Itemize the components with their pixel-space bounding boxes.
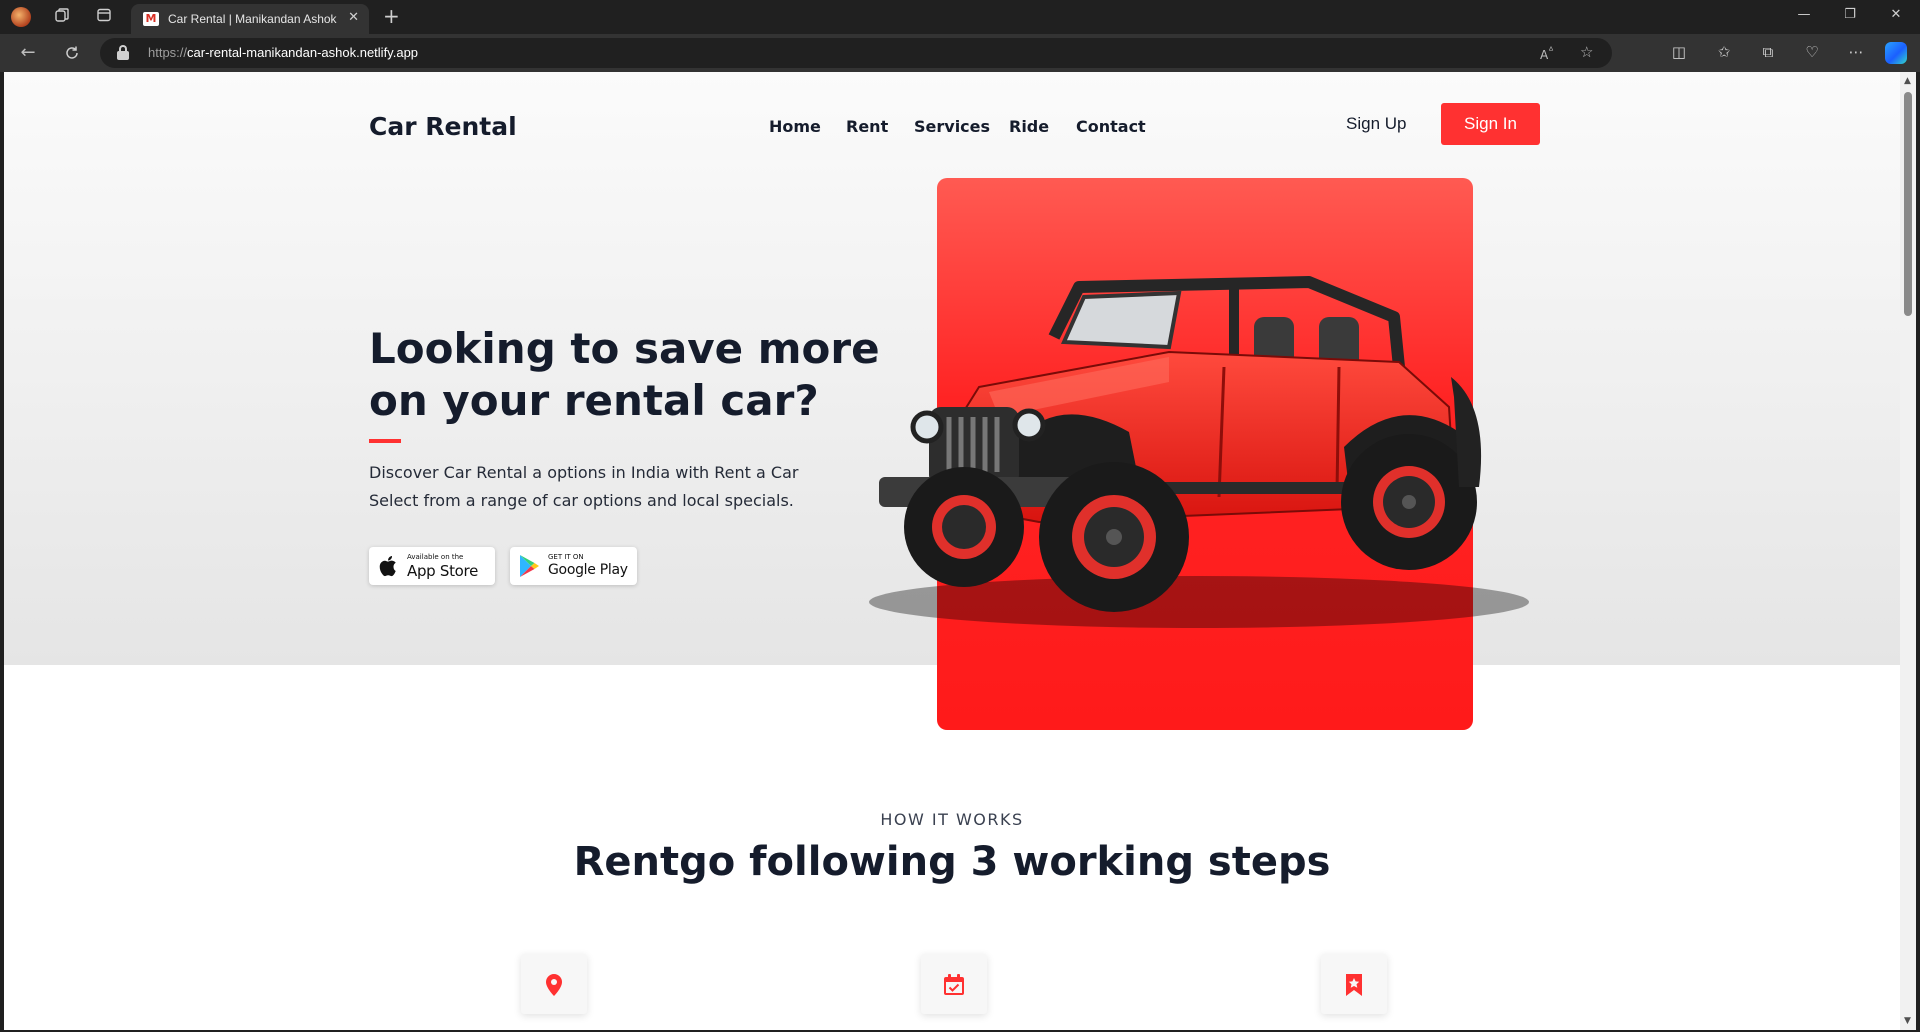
page-viewport: Car Rental Home Rent Services Ride Conta… xyxy=(4,72,1900,1030)
section-title: Rentgo following 3 working steps xyxy=(573,839,1331,885)
sign-in-button[interactable]: Sign In xyxy=(1441,103,1540,145)
back-icon[interactable]: ← xyxy=(16,41,40,65)
step-calendar-box xyxy=(921,954,987,1014)
jeep-car-image xyxy=(869,276,1529,628)
browser-tab-bar: M Car Rental | Manikandan Ashok ✕ + — ❐ … xyxy=(0,0,1920,34)
copilot-icon[interactable] xyxy=(1885,42,1907,64)
tab-title: Car Rental | Manikandan Ashok xyxy=(168,12,337,26)
profile-icon[interactable] xyxy=(11,7,31,27)
bookmark-star-icon xyxy=(1346,974,1362,996)
section-label: HOW IT WORKS xyxy=(880,810,1024,829)
close-tab-icon[interactable]: ✕ xyxy=(348,10,359,25)
lock-icon[interactable] xyxy=(117,45,129,60)
close-window-icon[interactable]: ✕ xyxy=(1886,7,1906,22)
brand-logo[interactable]: Car Rental xyxy=(369,112,517,141)
app-store-small-text: Available on the xyxy=(407,553,464,561)
refresh-icon[interactable] xyxy=(60,41,84,65)
collections-icon[interactable]: ⧉ xyxy=(1757,43,1779,61)
google-play-small-text: GET IT ON xyxy=(548,553,584,561)
scroll-down-icon[interactable]: ▼ xyxy=(1904,1016,1911,1026)
scroll-up-icon[interactable]: ▲ xyxy=(1904,76,1911,86)
address-bar[interactable]: https://car-rental-manikandan-ashok.netl… xyxy=(100,38,1612,68)
google-play-icon xyxy=(520,555,539,577)
calendar-check-icon xyxy=(944,974,964,995)
nav-services-link[interactable]: Services xyxy=(914,117,990,136)
browser-toolbar: ← https://car-rental-manikandan-ashok.ne… xyxy=(0,34,1920,72)
scrollbar-thumb[interactable] xyxy=(1904,92,1912,316)
new-tab-icon[interactable]: + xyxy=(383,4,400,28)
nav-ride-link[interactable]: Ride xyxy=(1009,117,1049,136)
hero-title: Looking to save more on your rental car? xyxy=(369,324,880,425)
nav-home-link[interactable]: Home xyxy=(769,117,821,136)
page-scrollbar[interactable]: ▲ ▼ xyxy=(1900,72,1916,1030)
gmail-favicon-icon: M xyxy=(143,12,159,26)
restore-icon[interactable]: ❐ xyxy=(1840,7,1860,22)
nav-contact-link[interactable]: Contact xyxy=(1076,117,1146,136)
more-icon[interactable]: ⋯ xyxy=(1845,43,1867,61)
step-bookmark-box xyxy=(1321,954,1387,1014)
title-underline xyxy=(369,439,401,443)
favorites-icon[interactable]: ✩ xyxy=(1713,43,1735,61)
favorite-star-icon[interactable]: ☆ xyxy=(1580,43,1593,61)
read-aloud-icon[interactable]: Aᐞ xyxy=(1540,46,1554,62)
google-play-button[interactable]: GET IT ON Google Play xyxy=(510,547,637,585)
tab-actions-icon[interactable] xyxy=(94,7,114,27)
workspaces-icon[interactable] xyxy=(52,7,72,27)
browser-essentials-icon[interactable]: ♡ xyxy=(1801,43,1823,61)
step-location-box xyxy=(521,954,587,1014)
minimize-icon[interactable]: — xyxy=(1794,7,1814,22)
sign-up-button[interactable]: Sign Up xyxy=(1346,114,1406,134)
active-tab[interactable]: M Car Rental | Manikandan Ashok ✕ xyxy=(131,4,369,34)
url-text[interactable]: https://car-rental-manikandan-ashok.netl… xyxy=(148,45,418,60)
google-play-big-text: Google Play xyxy=(548,562,628,578)
hero-description: Discover Car Rental a options in India w… xyxy=(369,463,799,510)
app-store-button[interactable]: Available on the App Store xyxy=(369,547,495,585)
location-pin-icon xyxy=(546,974,562,996)
split-screen-icon[interactable]: ◫ xyxy=(1668,43,1690,61)
apple-icon xyxy=(379,556,396,577)
nav-rent-link[interactable]: Rent xyxy=(846,117,888,136)
app-store-big-text: App Store xyxy=(407,562,479,580)
